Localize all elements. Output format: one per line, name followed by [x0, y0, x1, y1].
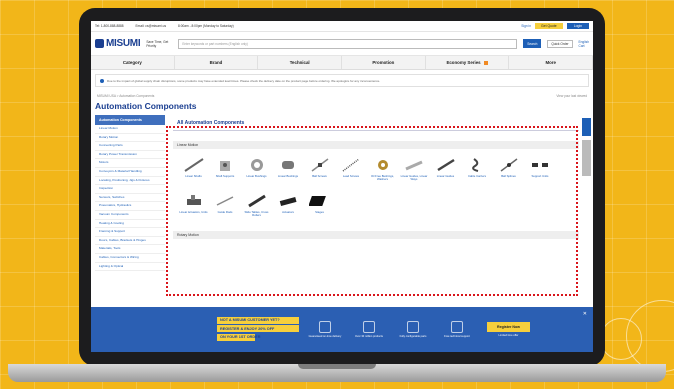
- nav-technical[interactable]: Technical: [258, 56, 343, 69]
- sidebar-item[interactable]: Rotary Motion: [95, 134, 165, 143]
- breadcrumb: MISUMI USA > Automation Components View …: [91, 91, 593, 100]
- cart-link[interactable]: Cart: [579, 44, 589, 48]
- logo-mark-icon: [95, 39, 104, 48]
- nav-label: Category: [122, 60, 142, 65]
- feature-text: Fully configurable parts: [399, 334, 427, 338]
- sidebar-item[interactable]: Connecting Parts: [95, 142, 165, 151]
- info-icon: [100, 78, 104, 83]
- nav-label: Promotion: [372, 60, 395, 65]
- misumi-logo[interactable]: MISUMI: [95, 38, 141, 49]
- feature-delivery: Guaranteed on-time delivery: [307, 320, 343, 338]
- feature-text: Free technical support: [444, 334, 470, 338]
- register-box: Register Now Limited time offer: [487, 322, 530, 337]
- register-subtext: Limited time offer: [498, 334, 519, 337]
- sidebar-item[interactable]: Inspection: [95, 185, 165, 194]
- scroll-tab[interactable]: [582, 140, 591, 176]
- signup-banner: NOT A MISUMI CUSTOMER YET? REGISTER & EN…: [91, 307, 593, 352]
- sidebar-item[interactable]: Linear Motion: [95, 125, 165, 134]
- sidebar-item[interactable]: Sensors, Switches: [95, 194, 165, 203]
- business-hours: 8:00am - 8:00pm (Monday to Saturday): [178, 24, 234, 28]
- promo-text: NOT A MISUMI CUSTOMER YET? REGISTER & EN…: [217, 316, 299, 343]
- nav-label: Economy Series: [446, 60, 481, 65]
- quote-button[interactable]: Get Quote: [535, 23, 563, 29]
- category-sidebar: Automation Components Linear Motion Rotar…: [95, 115, 165, 272]
- feedback-tab[interactable]: [582, 118, 591, 136]
- products-icon: [363, 320, 375, 333]
- nav-promotion[interactable]: Promotion: [342, 56, 426, 69]
- sidebar-item[interactable]: Heating & Cooling: [95, 220, 165, 229]
- configure-icon: [407, 320, 419, 333]
- login-button[interactable]: Login: [566, 23, 589, 29]
- sidebar-item[interactable]: Cables, Connectors & Wiring: [95, 254, 165, 263]
- sidebar-item[interactable]: Vacuum Components: [95, 211, 165, 220]
- nav-label: More: [545, 60, 556, 65]
- laptop-base: [8, 364, 666, 382]
- nav-label: Technical: [289, 60, 310, 65]
- phone-number: Tel: 1-800-888-8888: [95, 24, 124, 28]
- signin-link[interactable]: Sign in: [521, 24, 531, 28]
- feature-support: Free technical support: [439, 320, 475, 338]
- sidebar-item[interactable]: Locating, Positioning, Jigs & Fixtures: [95, 177, 165, 186]
- economy-icon: [483, 60, 488, 65]
- sidebar-item[interactable]: Doors, Cables, Brackets & Hinges: [95, 237, 165, 246]
- notice-text: Due to the impact of global supply chain…: [107, 78, 381, 83]
- promo-line: ON YOUR 1ST ORDER: [217, 333, 260, 341]
- tagline: Save Time, Get Priority: [146, 39, 169, 48]
- register-button[interactable]: Register Now: [487, 322, 530, 332]
- sidebar-item[interactable]: Conveyors & Material Handling: [95, 168, 165, 177]
- email[interactable]: Email: cs@misumi.us: [136, 24, 167, 28]
- search-input[interactable]: Enter keywords or part numbers (English …: [178, 38, 518, 49]
- close-icon[interactable]: ✕: [583, 311, 587, 317]
- page-title: Automation Components: [95, 101, 197, 111]
- nav-category[interactable]: Category: [91, 56, 175, 69]
- language-select[interactable]: English Cart: [579, 40, 589, 48]
- nav-label: Brand: [209, 60, 223, 65]
- promo-line: NOT A MISUMI CUSTOMER YET?: [217, 316, 299, 324]
- nav-brand[interactable]: Brand: [175, 56, 259, 69]
- nav-economy-series[interactable]: Economy Series: [426, 56, 510, 69]
- decorative-circle: [600, 318, 642, 360]
- language-label: English: [578, 39, 589, 44]
- sidebar-item[interactable]: Motors: [95, 159, 165, 168]
- search-button[interactable]: Search: [523, 39, 542, 48]
- delivery-icon: [319, 320, 331, 333]
- quick-order-button[interactable]: Quick Order: [547, 39, 573, 48]
- site-header: MISUMI Save Time, Get Priority Enter key…: [91, 32, 593, 56]
- sidebar-item[interactable]: Framing & Support: [95, 228, 165, 237]
- recently-viewed-link[interactable]: View your last viewed: [556, 94, 587, 98]
- feature-configurable: Fully configurable parts: [395, 320, 431, 338]
- logo-text: MISUMI: [106, 38, 141, 49]
- promo-line: REGISTER & ENJOY 20% OFF: [217, 325, 299, 333]
- sidebar-item[interactable]: Pneumatics, Hydraulics: [95, 202, 165, 211]
- highlight-frame: [166, 126, 578, 296]
- sidebar-item[interactable]: Rotary Power Transmission: [95, 151, 165, 160]
- feature-products: Over 30 million products: [351, 320, 387, 338]
- main-nav: Category Brand Technical Promotion Econo…: [91, 56, 593, 70]
- breadcrumb-path[interactable]: MISUMI USA > Automation Components: [97, 94, 154, 98]
- sidebar-item[interactable]: Materials, Tools: [95, 245, 165, 254]
- nav-more[interactable]: More: [509, 56, 593, 69]
- feature-text: Guaranteed on-time delivery: [308, 334, 342, 338]
- support-icon: [451, 320, 463, 333]
- sidebar-item[interactable]: Lighting & Optical: [95, 263, 165, 272]
- feature-text: Over 30 million products: [355, 334, 383, 338]
- laptop-notch: [298, 364, 376, 369]
- top-info-bar: Tel: 1-800-888-8888 Email: cs@misumi.us …: [91, 21, 593, 32]
- notice-banner: Due to the impact of global supply chain…: [95, 74, 589, 87]
- sidebar-heading[interactable]: Automation Components: [95, 115, 165, 125]
